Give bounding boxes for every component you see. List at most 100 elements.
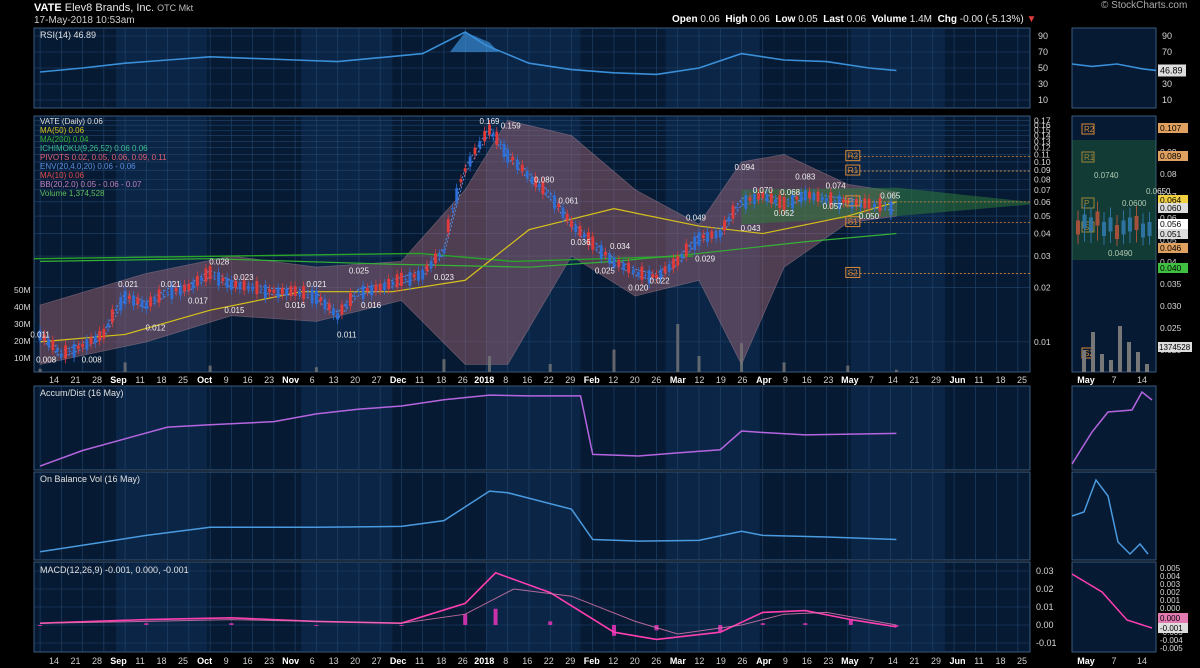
candle-body: [132, 295, 135, 306]
candle-body: [740, 201, 743, 203]
x-axis-label: 11: [135, 656, 144, 666]
price-annotation: 0.021: [118, 280, 139, 289]
zoom-price-value: 0.046: [1160, 243, 1182, 253]
x-axis-label: 19: [716, 375, 726, 385]
candle-body: [752, 194, 756, 205]
candle-body: [511, 156, 514, 161]
price-annotation: 0.008: [82, 355, 103, 364]
candle-body: [327, 303, 331, 310]
x-axis-label: 6: [310, 375, 315, 385]
candle-body: [242, 280, 246, 291]
candle-body: [395, 274, 399, 288]
candle-body: [98, 330, 101, 341]
candle-body: [545, 192, 548, 194]
x-axis-label: 25: [1017, 375, 1027, 385]
candle-body: [884, 206, 887, 208]
candle-body: [473, 147, 477, 155]
candle-body: [263, 284, 267, 299]
candle-body: [667, 264, 671, 272]
candle-body: [676, 255, 680, 266]
x-axis-label: 29: [931, 656, 941, 666]
candle-body: [710, 231, 714, 238]
x-axis-label: 21: [71, 375, 81, 385]
macd-histogram-bar: [548, 621, 553, 625]
zoom-volume-bar: [1100, 354, 1104, 372]
x-axis-label: 25: [1017, 656, 1027, 666]
x-axis-label: Feb: [584, 656, 601, 666]
candle-body: [604, 252, 607, 256]
candle-body: [697, 232, 701, 246]
macd-tick-label: 0.01: [1036, 602, 1054, 612]
x-axis-label: Dec: [390, 656, 407, 666]
price-annotation: 0.023: [434, 273, 455, 282]
macd-histogram-bar: [229, 623, 234, 625]
candle-body: [306, 294, 310, 296]
rsi-tick-label: 70: [1038, 47, 1048, 57]
candle-body: [293, 286, 297, 296]
volume-tick-label: 50M: [14, 285, 31, 295]
x-axis-label: 16: [522, 656, 532, 666]
volume-bar: [487, 356, 491, 372]
x-axis-label: 12: [608, 375, 618, 385]
candle-body: [187, 283, 191, 291]
candle-body: [204, 268, 208, 282]
candle-body: [429, 260, 433, 268]
rsi-panel-zoom: [1071, 27, 1157, 109]
candle-body: [854, 199, 858, 206]
x-axis-label: 26: [458, 656, 468, 666]
candle-body: [229, 279, 233, 290]
x-axis-label: 8: [503, 656, 508, 666]
zoom-ichimoku-cloud: [1072, 140, 1156, 260]
x-axis-label: 29: [565, 656, 575, 666]
candle-body: [468, 156, 472, 167]
candle-body: [238, 282, 242, 290]
x-axis-label: Sep: [110, 375, 127, 385]
candle-body: [495, 131, 499, 145]
zoom-volume-bar: [1145, 364, 1149, 372]
zoom-pivot-label: R2: [1084, 125, 1095, 134]
candle-body: [110, 309, 114, 323]
candle-body: [499, 143, 502, 145]
month-band: [115, 473, 208, 559]
price-legend-item: MA(50) 0.06: [40, 126, 85, 135]
x-axis-label: 16: [802, 375, 812, 385]
candle-body: [153, 298, 157, 302]
zoom-price-value: 0.056: [1160, 219, 1182, 229]
price-tick-label: 0.03: [1034, 251, 1051, 261]
candle-body: [765, 194, 769, 202]
chart-canvas: 90907070505030301010RSI(14) 46.8946.890.…: [14, 27, 1192, 666]
candle-body: [93, 336, 97, 343]
volume-bar: [740, 343, 744, 372]
x-axis-label: 9: [783, 375, 788, 385]
candle-body: [255, 281, 259, 295]
candle-body: [272, 289, 276, 294]
price-annotation: 0.016: [361, 301, 382, 310]
price-annotation: 0.043: [741, 224, 762, 233]
candle-body: [421, 269, 425, 280]
x-axis-label: 26: [737, 656, 747, 666]
price-annotation: 0.016: [285, 301, 306, 310]
candle-body: [297, 291, 301, 295]
candle-body: [425, 264, 429, 272]
candle-body: [714, 231, 718, 239]
accumdist-panel-zoom: [1071, 385, 1157, 471]
candle-body: [344, 303, 348, 308]
candle-body: [684, 243, 688, 257]
candle-body: [140, 300, 144, 308]
candle-body: [81, 343, 84, 348]
price-annotation: 0.023: [234, 273, 255, 282]
x-axis-label: 14: [49, 656, 59, 666]
volume-tick-label: 10M: [14, 353, 31, 363]
zoom-rsi-tick-label: 10: [1162, 95, 1172, 105]
price-legend-item: BB(20,2.0) 0.05 - 0.06 - 0.07: [40, 180, 142, 189]
candle-body: [644, 274, 647, 276]
volume-bar: [894, 369, 898, 372]
candle-body: [72, 343, 76, 358]
volume-bar: [612, 349, 616, 372]
candle-body: [706, 231, 709, 243]
candle-body: [166, 291, 170, 293]
candle-body: [548, 195, 552, 197]
zoom-price-tick-label: 0.030: [1160, 301, 1182, 311]
candle-body: [459, 179, 463, 183]
candle-body: [268, 288, 272, 293]
